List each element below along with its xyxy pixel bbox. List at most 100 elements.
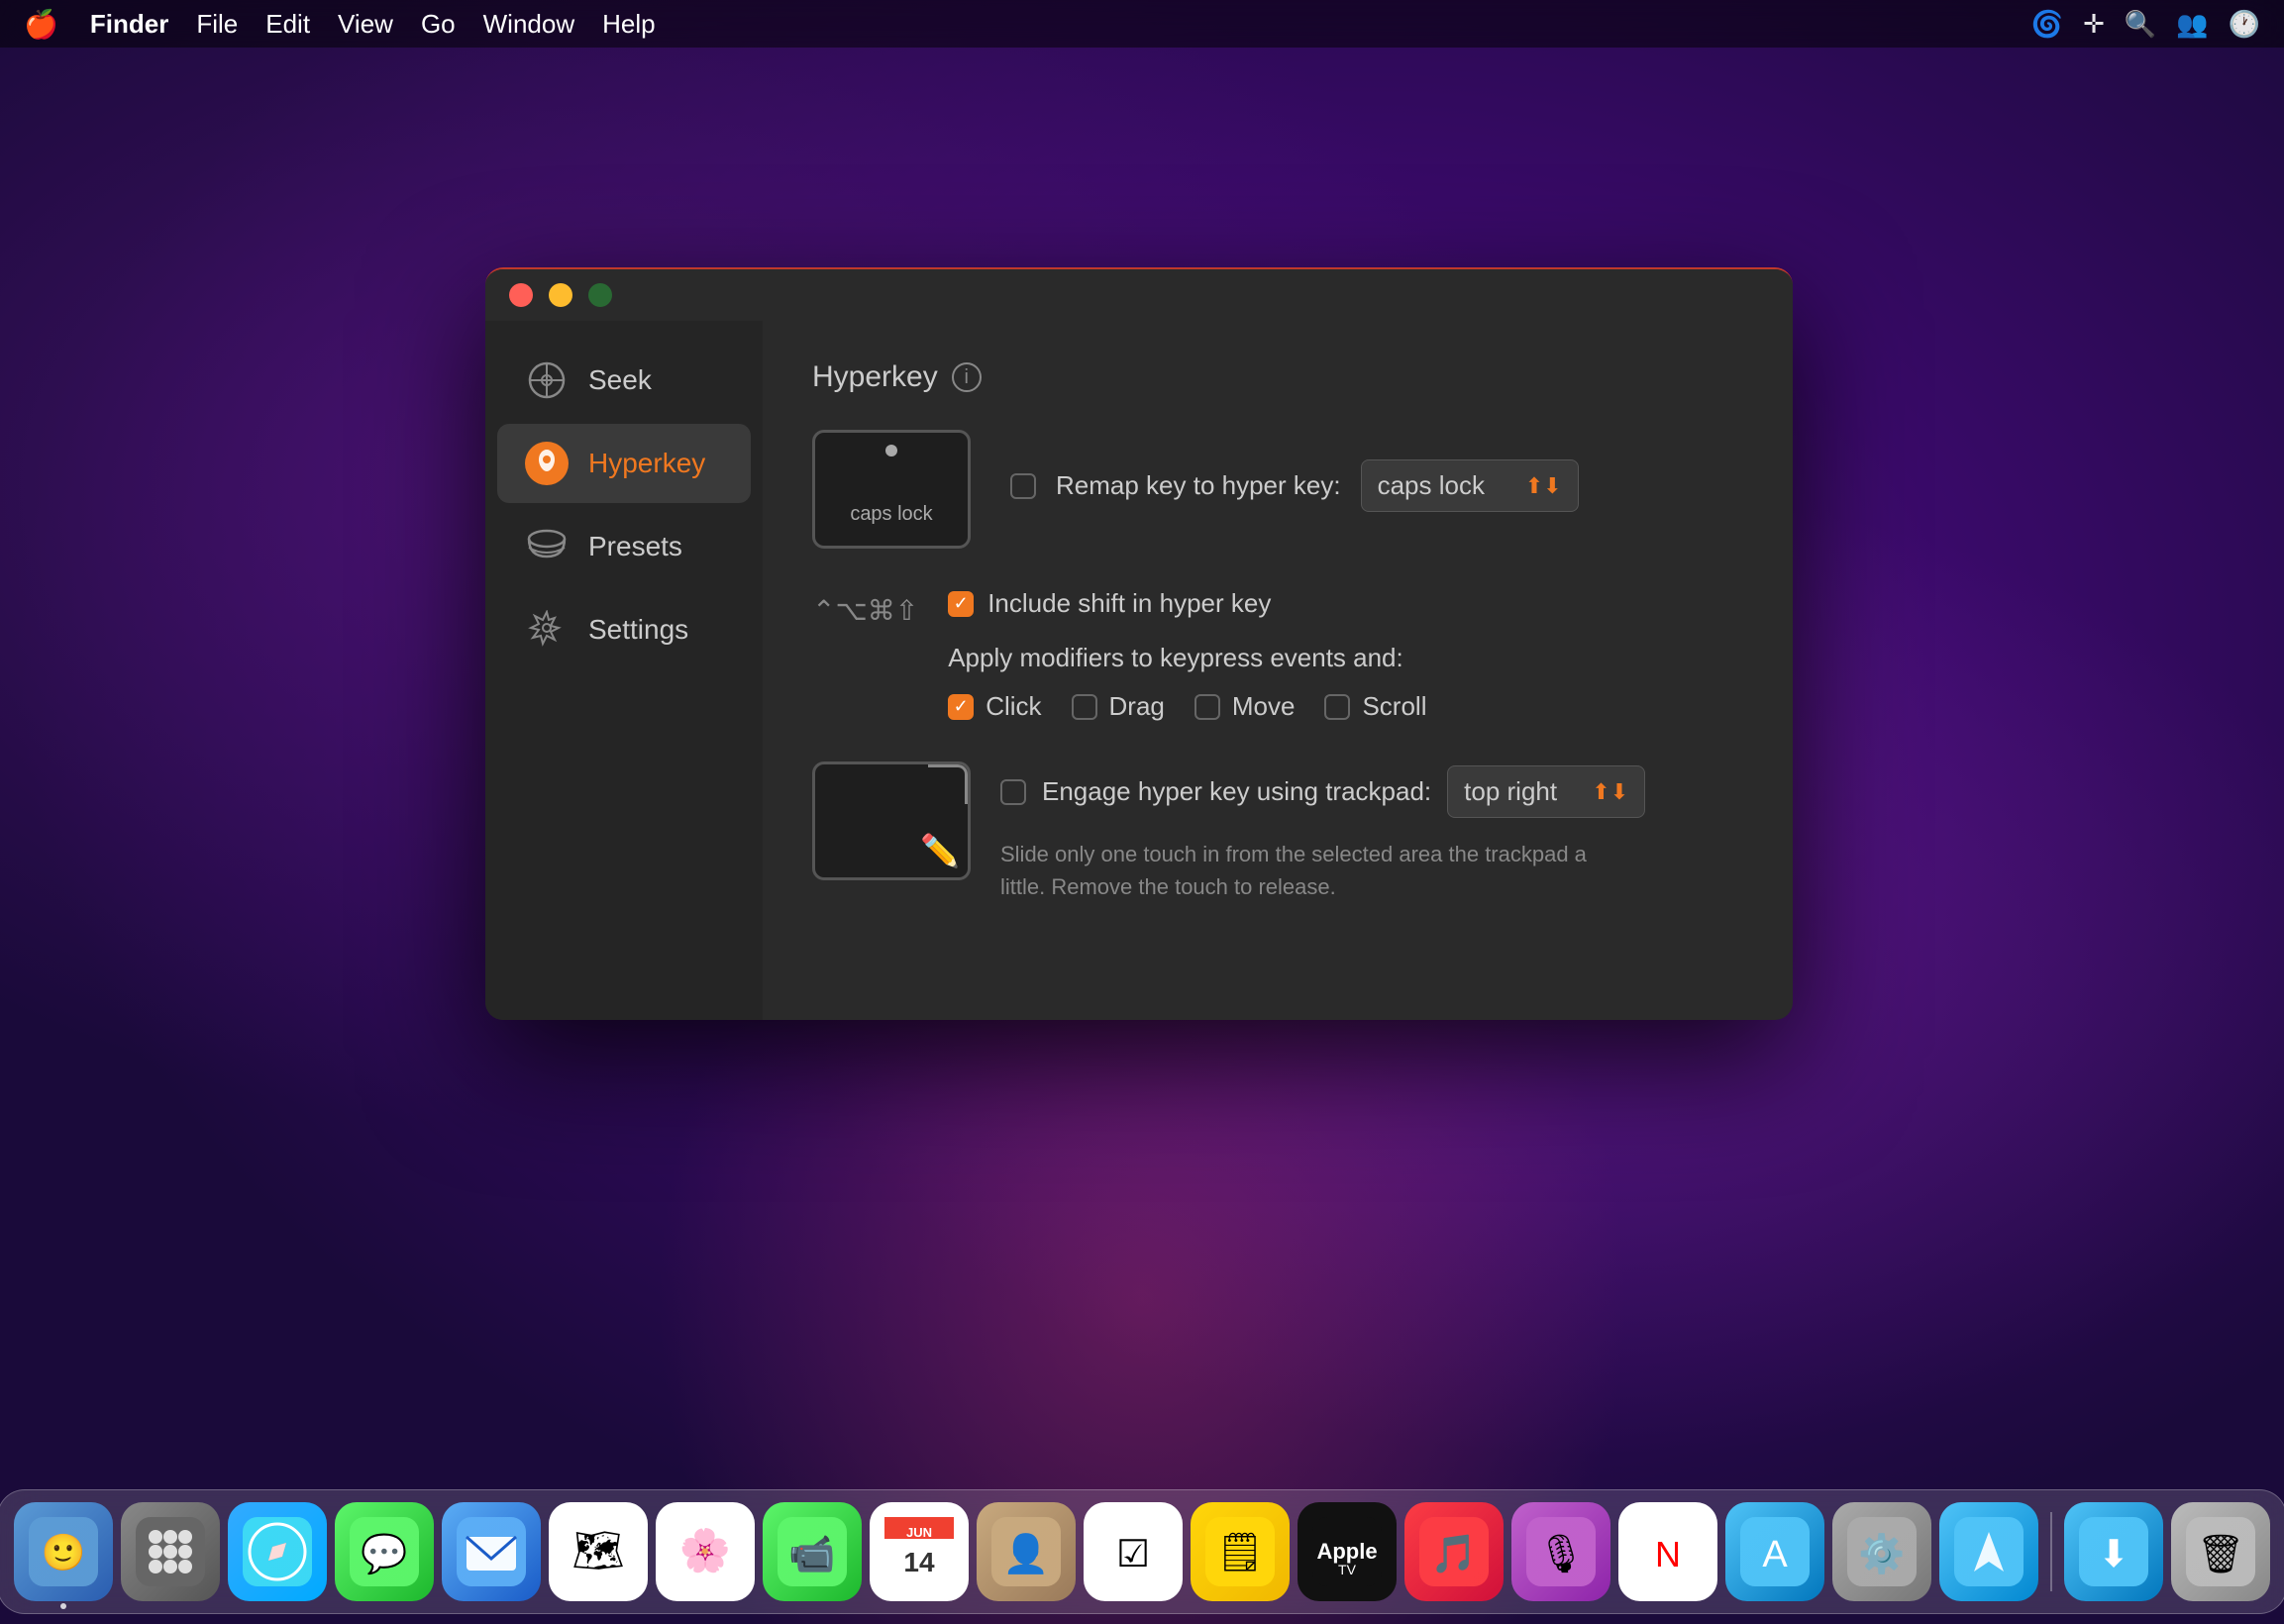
svg-text:🌸: 🌸 bbox=[679, 1526, 731, 1574]
dock-item-appstore[interactable]: A bbox=[1725, 1502, 1824, 1601]
svg-text:🎵: 🎵 bbox=[1430, 1533, 1477, 1575]
include-shift-label: Include shift in hyper key bbox=[987, 588, 1271, 619]
click-option[interactable]: ✓ Click bbox=[948, 691, 1041, 722]
finder-active-dot bbox=[60, 1603, 66, 1609]
menubar-app-name[interactable]: Finder bbox=[90, 9, 168, 40]
main-content: Hyperkey i caps lock Remap key to hyper … bbox=[763, 321, 1793, 1020]
dock-item-podcasts[interactable]: 🎙 bbox=[1511, 1502, 1610, 1601]
svg-text:14: 14 bbox=[903, 1547, 935, 1577]
remap-key-dropdown[interactable]: caps lock ⬆⬇ bbox=[1361, 459, 1579, 512]
scrobbles-icon[interactable]: 🌀 bbox=[2031, 9, 2063, 40]
dock: 🙂 bbox=[0, 1489, 2284, 1614]
hyperkey-icon bbox=[525, 442, 569, 485]
dock-item-altimeter[interactable] bbox=[1939, 1502, 2038, 1601]
seek-label: Seek bbox=[588, 364, 652, 396]
dock-item-sysprefs[interactable]: ⚙️ bbox=[1832, 1502, 1931, 1601]
scroll-option[interactable]: Scroll bbox=[1324, 691, 1426, 722]
dock-item-reminders[interactable]: ☑ bbox=[1084, 1502, 1183, 1601]
menubar-left: 🍎 Finder File Edit View Go Window Help bbox=[24, 8, 656, 41]
modifiers-section: ⌃⌥⌘⇧ ✓ Include shift in hyper key Apply … bbox=[812, 588, 1743, 722]
seek-icon bbox=[525, 358, 569, 402]
sidebar-item-presets[interactable]: Presets bbox=[497, 507, 751, 586]
scroll-label: Scroll bbox=[1362, 691, 1426, 722]
dock-item-news[interactable]: N bbox=[1618, 1502, 1717, 1601]
apple-menu[interactable]: 🍎 bbox=[24, 8, 58, 41]
app-window: Seek Hyperkey bbox=[485, 267, 1793, 1020]
sidebar: Seek Hyperkey bbox=[485, 321, 763, 1020]
dock-item-notes[interactable]: 🗒 bbox=[1191, 1502, 1290, 1601]
move-option[interactable]: Move bbox=[1194, 691, 1296, 722]
cursor-icon[interactable]: ✛ bbox=[2083, 9, 2105, 40]
scroll-checkbox[interactable] bbox=[1324, 694, 1350, 720]
window-titlebar bbox=[485, 269, 1793, 321]
svg-text:A: A bbox=[1762, 1534, 1788, 1575]
menubar-right: 🌀 ✛ 🔍 👥 🕐 bbox=[2031, 9, 2260, 40]
menubar: 🍎 Finder File Edit View Go Window Help 🌀… bbox=[0, 0, 2284, 48]
key-display-label: caps lock bbox=[850, 503, 932, 526]
dock-item-maps[interactable]: 🗺 bbox=[549, 1502, 648, 1601]
dock-item-trash[interactable]: 🗑 bbox=[2171, 1502, 2270, 1601]
menubar-help[interactable]: Help bbox=[602, 9, 655, 40]
engage-trackpad-dropdown[interactable]: top right ⬆⬇ bbox=[1447, 765, 1645, 818]
section-title-row: Hyperkey i bbox=[812, 360, 1743, 394]
svg-text:☑: ☑ bbox=[1116, 1534, 1150, 1575]
remap-label: Remap key to hyper key: bbox=[1056, 470, 1341, 501]
people-icon[interactable]: 👥 bbox=[2176, 9, 2208, 40]
menubar-window[interactable]: Window bbox=[483, 9, 574, 40]
search-icon[interactable]: 🔍 bbox=[2125, 9, 2156, 40]
checkboxes-row: ✓ Click Drag Move bbox=[948, 691, 1743, 722]
click-checkbox[interactable]: ✓ bbox=[948, 694, 974, 720]
dock-item-safari[interactable] bbox=[228, 1502, 327, 1601]
include-shift-row: ✓ Include shift in hyper key bbox=[948, 588, 1743, 619]
remap-section: Remap key to hyper key: caps lock ⬆⬇ bbox=[1010, 430, 1579, 512]
dock-item-messages[interactable]: 💬 bbox=[335, 1502, 434, 1601]
menubar-edit[interactable]: Edit bbox=[265, 9, 310, 40]
svg-text:🗑: 🗑 bbox=[2197, 1534, 2244, 1575]
settings-label: Settings bbox=[588, 614, 688, 646]
key-display-box: caps lock bbox=[812, 430, 971, 549]
sidebar-item-seek[interactable]: Seek bbox=[497, 341, 751, 420]
drag-checkbox[interactable] bbox=[1072, 694, 1097, 720]
svg-text:🗒: 🗒 bbox=[1216, 1532, 1264, 1573]
window-minimize-button[interactable] bbox=[549, 283, 572, 307]
menubar-file[interactable]: File bbox=[196, 9, 238, 40]
svg-text:💬: 💬 bbox=[361, 1532, 407, 1575]
dock-item-contacts[interactable]: 👤 bbox=[977, 1502, 1076, 1601]
dock-divider bbox=[2050, 1512, 2052, 1591]
modifiers-row: ⌃⌥⌘⇧ ✓ Include shift in hyper key Apply … bbox=[812, 588, 1743, 722]
trackpad-display: ✏️ bbox=[812, 761, 971, 880]
window-maximize-button[interactable] bbox=[588, 283, 612, 307]
svg-text:📹: 📹 bbox=[788, 1534, 835, 1575]
dock-item-tv[interactable]: Apple TV bbox=[1298, 1502, 1397, 1601]
drag-option[interactable]: Drag bbox=[1072, 691, 1165, 722]
info-icon-button[interactable]: i bbox=[952, 362, 982, 392]
dropdown-arrows-icon: ⬆⬇ bbox=[1525, 473, 1562, 499]
dock-item-facetime[interactable]: 📹 bbox=[763, 1502, 862, 1601]
section-title-text: Hyperkey bbox=[812, 360, 938, 394]
engage-checkbox[interactable] bbox=[1000, 779, 1026, 805]
move-checkbox[interactable] bbox=[1194, 694, 1220, 720]
apply-modifiers-label: Apply modifiers to keypress events and: bbox=[948, 643, 1743, 673]
include-shift-checkbox[interactable]: ✓ bbox=[948, 591, 974, 617]
remap-checkbox[interactable] bbox=[1010, 473, 1036, 499]
dock-item-music[interactable]: 🎵 bbox=[1404, 1502, 1504, 1601]
svg-text:🎙: 🎙 bbox=[1537, 1534, 1585, 1575]
svg-text:TV: TV bbox=[1338, 1562, 1357, 1577]
dock-item-finder[interactable]: 🙂 bbox=[14, 1502, 113, 1601]
window-body: Seek Hyperkey bbox=[485, 321, 1793, 1020]
trackpad-section: ✏️ Engage hyper key using trackpad: top … bbox=[812, 761, 1743, 903]
dock-item-photos[interactable]: 🌸 bbox=[656, 1502, 755, 1601]
svg-text:⚙️: ⚙️ bbox=[1858, 1532, 1905, 1575]
sidebar-item-hyperkey[interactable]: Hyperkey bbox=[497, 424, 751, 503]
dock-item-launchpad[interactable] bbox=[121, 1502, 220, 1601]
key-section: caps lock Remap key to hyper key: caps l… bbox=[812, 430, 1743, 549]
window-close-button[interactable] bbox=[509, 283, 533, 307]
dock-item-calendar[interactable]: 14 JUN bbox=[870, 1502, 969, 1601]
dock-item-downloads[interactable]: ⬇ bbox=[2064, 1502, 2163, 1601]
dock-item-mail[interactable] bbox=[442, 1502, 541, 1601]
sidebar-item-settings[interactable]: Settings bbox=[497, 590, 751, 669]
menubar-go[interactable]: Go bbox=[421, 9, 456, 40]
clock-icon[interactable]: 🕐 bbox=[2229, 9, 2260, 40]
presets-label: Presets bbox=[588, 531, 682, 562]
menubar-view[interactable]: View bbox=[338, 9, 393, 40]
